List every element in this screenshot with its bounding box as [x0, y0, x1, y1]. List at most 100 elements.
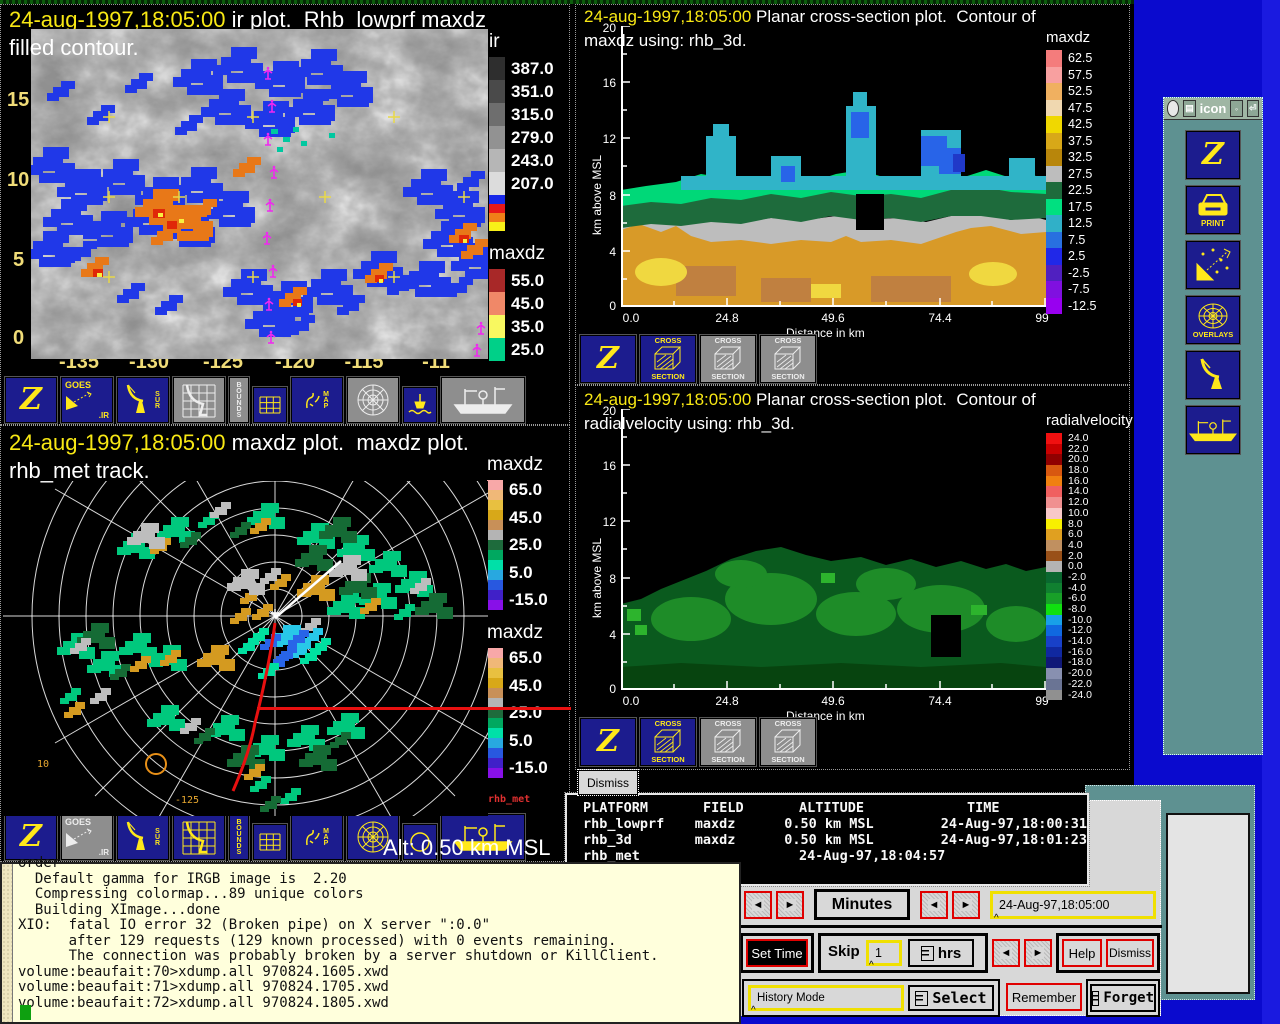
platform-cell: 24-Aug-97,18:04:57	[799, 848, 967, 864]
zebra-logo-button[interactable]: Z	[580, 335, 636, 383]
y-tick: 12	[590, 132, 616, 146]
history-mode-field[interactable]: History Mode	[748, 985, 904, 1011]
platform-cell: 0.50 km MSL	[784, 816, 940, 832]
map-button[interactable]: MAP	[291, 377, 343, 423]
time-field[interactable]: 24-Aug-97,18:05:00	[990, 891, 1156, 919]
cross-section-plot[interactable]	[621, 409, 1046, 695]
colorbar-labels: 62.557.552.547.542.537.532.527.522.517.5…	[1068, 50, 1097, 314]
cross-section-button[interactable]: CROSSSECTION	[760, 718, 816, 766]
left-arrow-icon: ◄	[1000, 947, 1013, 959]
y-tick: 15	[7, 89, 29, 112]
forget-button[interactable]: Forget	[1090, 984, 1156, 1012]
cross-section-button[interactable]: CROSSSECTION	[640, 335, 696, 383]
skip-back-button[interactable]: ◄	[992, 939, 1020, 967]
minutes-forward-button[interactable]: ►	[952, 891, 980, 919]
window-close-icon[interactable]: ⏎	[1247, 100, 1259, 117]
x-tick: 0.0	[623, 311, 640, 325]
terminal-line: Compressing colormap...89 unique colors	[18, 887, 735, 903]
satellite-button[interactable]	[1186, 241, 1240, 289]
minutes-button[interactable]: Minutes	[814, 889, 910, 920]
minutes-back-button[interactable]: ◄	[920, 891, 948, 919]
terminal-window[interactable]: order Default gamma for IRGB image is 2.…	[0, 862, 741, 1024]
title-text: Planar cross-section plot. Contour of	[751, 390, 1035, 409]
window-menu-icon[interactable]	[1167, 100, 1179, 117]
terminal-cursor	[20, 1005, 31, 1020]
terminal-scrollbar[interactable]	[2, 864, 13, 1022]
colorbar-title: radialvelocity	[1046, 412, 1133, 429]
buoy-button[interactable]	[403, 387, 437, 423]
print-button[interactable]: PRINT	[1186, 186, 1240, 234]
y-tick: 0	[13, 327, 24, 350]
menu-icon	[921, 946, 934, 961]
panel-dismiss-button[interactable]: Dismiss	[1106, 939, 1154, 967]
skip-forward-button[interactable]: ►	[1024, 939, 1052, 967]
y-tick: 4	[590, 628, 616, 642]
right-desktop-strip	[1262, 0, 1280, 1024]
menu-icon	[915, 991, 928, 1006]
terminal-line: Building XImage...done	[18, 903, 735, 919]
cross-section-baseline[interactable]	[257, 707, 571, 710]
platform-cell: 24-Aug-97,18:00:31	[941, 816, 1087, 832]
hours-units-button[interactable]: hrs	[908, 939, 974, 967]
zebra-logo-button[interactable]: Z	[1186, 131, 1240, 179]
platform-cell: 24-Aug-97,18:01:23	[941, 832, 1087, 848]
ir-satellite-plot[interactable]	[31, 29, 488, 364]
terminal-line: XIO: fatal IO error 32 (Broken pipe) on …	[18, 918, 735, 934]
radar-dish-button[interactable]	[1186, 351, 1240, 399]
ship-button[interactable]	[1186, 406, 1240, 454]
window-title: 24-aug-1997,18:05:00 maxdz plot. maxdz p…	[9, 430, 469, 456]
select-label: Select	[932, 989, 986, 1007]
x-tick: 49.6	[821, 694, 844, 708]
bounds-button[interactable]: BOUNDS	[229, 377, 249, 423]
ship-button[interactable]	[441, 377, 525, 423]
y-tick: 0	[590, 682, 616, 696]
colorbar-labels: 387.0351.0315.0279.0243.0207.0	[511, 57, 554, 231]
zebra-logo-button[interactable]: Z	[5, 377, 57, 423]
zebra-logo-button[interactable]: Z	[580, 718, 636, 766]
window-doc-icon[interactable]: ▤	[1183, 100, 1195, 117]
grid-radar-button[interactable]	[173, 377, 225, 423]
rings-button[interactable]	[347, 377, 399, 423]
cross-section-button[interactable]: CROSSSECTION	[700, 335, 756, 383]
window-title: 24-aug-1997,18:05:00 Planar cross-sectio…	[584, 7, 1036, 27]
radialvelocity-colorbar: radialvelocity24.022.020.018.016.014.012…	[1046, 412, 1133, 700]
colorbar-title: maxdz	[1046, 29, 1097, 46]
select-button[interactable]: Select	[908, 985, 994, 1011]
dismiss-button[interactable]: Dismiss	[578, 770, 638, 795]
colorbar-labels: 55.045.035.025.0	[511, 269, 544, 361]
cross-section-button[interactable]: CROSSSECTION	[640, 718, 696, 766]
ppi-colorbar-2: maxdz65.045.025.05.0-15.0	[487, 622, 548, 778]
icon-dock-buttons: Z PRINT OVERLAYS	[1164, 120, 1262, 454]
window-title-line2: rhb_met track.	[9, 458, 150, 484]
y-tick: 8	[590, 189, 616, 203]
step-back-button[interactable]: ◄	[744, 891, 772, 919]
right-arrow-icon: ►	[1032, 947, 1045, 959]
window-iconify-icon[interactable]: ◦	[1230, 100, 1242, 117]
icon-dock-window: ▤ icon ◦ ⏎ ZPRINTOVERLAYS	[1163, 97, 1263, 755]
colorbar-gradient	[489, 57, 505, 231]
cross-section-plot[interactable]	[621, 26, 1046, 312]
ppi-radar-plot[interactable]: 10 -125	[3, 481, 488, 821]
y-tick: 5	[13, 249, 24, 272]
remember-button[interactable]: Remember	[1006, 983, 1082, 1011]
x-tick: 24.8	[715, 311, 738, 325]
y-tick: 8	[590, 572, 616, 586]
small-grid-button[interactable]	[253, 387, 287, 423]
cross-section-button[interactable]: CROSSSECTION	[760, 335, 816, 383]
window-title: 24-aug-1997,18:05:00 Planar cross-sectio…	[584, 390, 1036, 410]
title-text: maxdz plot. maxdz plot.	[226, 430, 469, 455]
cross-section-button[interactable]: CROSSSECTION	[700, 718, 756, 766]
colorbar-title: maxdz	[487, 622, 548, 644]
step-forward-button[interactable]: ►	[776, 891, 804, 919]
terminal-line: order	[18, 856, 735, 872]
platform-cell	[967, 848, 1087, 864]
small-grid-button[interactable]	[253, 824, 287, 860]
help-button[interactable]: Help	[1062, 939, 1102, 967]
field-caret: ^	[751, 1005, 756, 1016]
window-title-line2: radialvelocity using: rhb_3d.	[584, 414, 795, 434]
goes-ir-button[interactable]: GOES.IR	[61, 377, 113, 423]
overlays-button[interactable]: OVERLAYS	[1186, 296, 1240, 344]
sur-radar-button[interactable]: SUR	[117, 377, 169, 423]
set-time-button[interactable]: Set Time	[746, 939, 808, 967]
right-arrow-icon: ►	[960, 899, 973, 911]
